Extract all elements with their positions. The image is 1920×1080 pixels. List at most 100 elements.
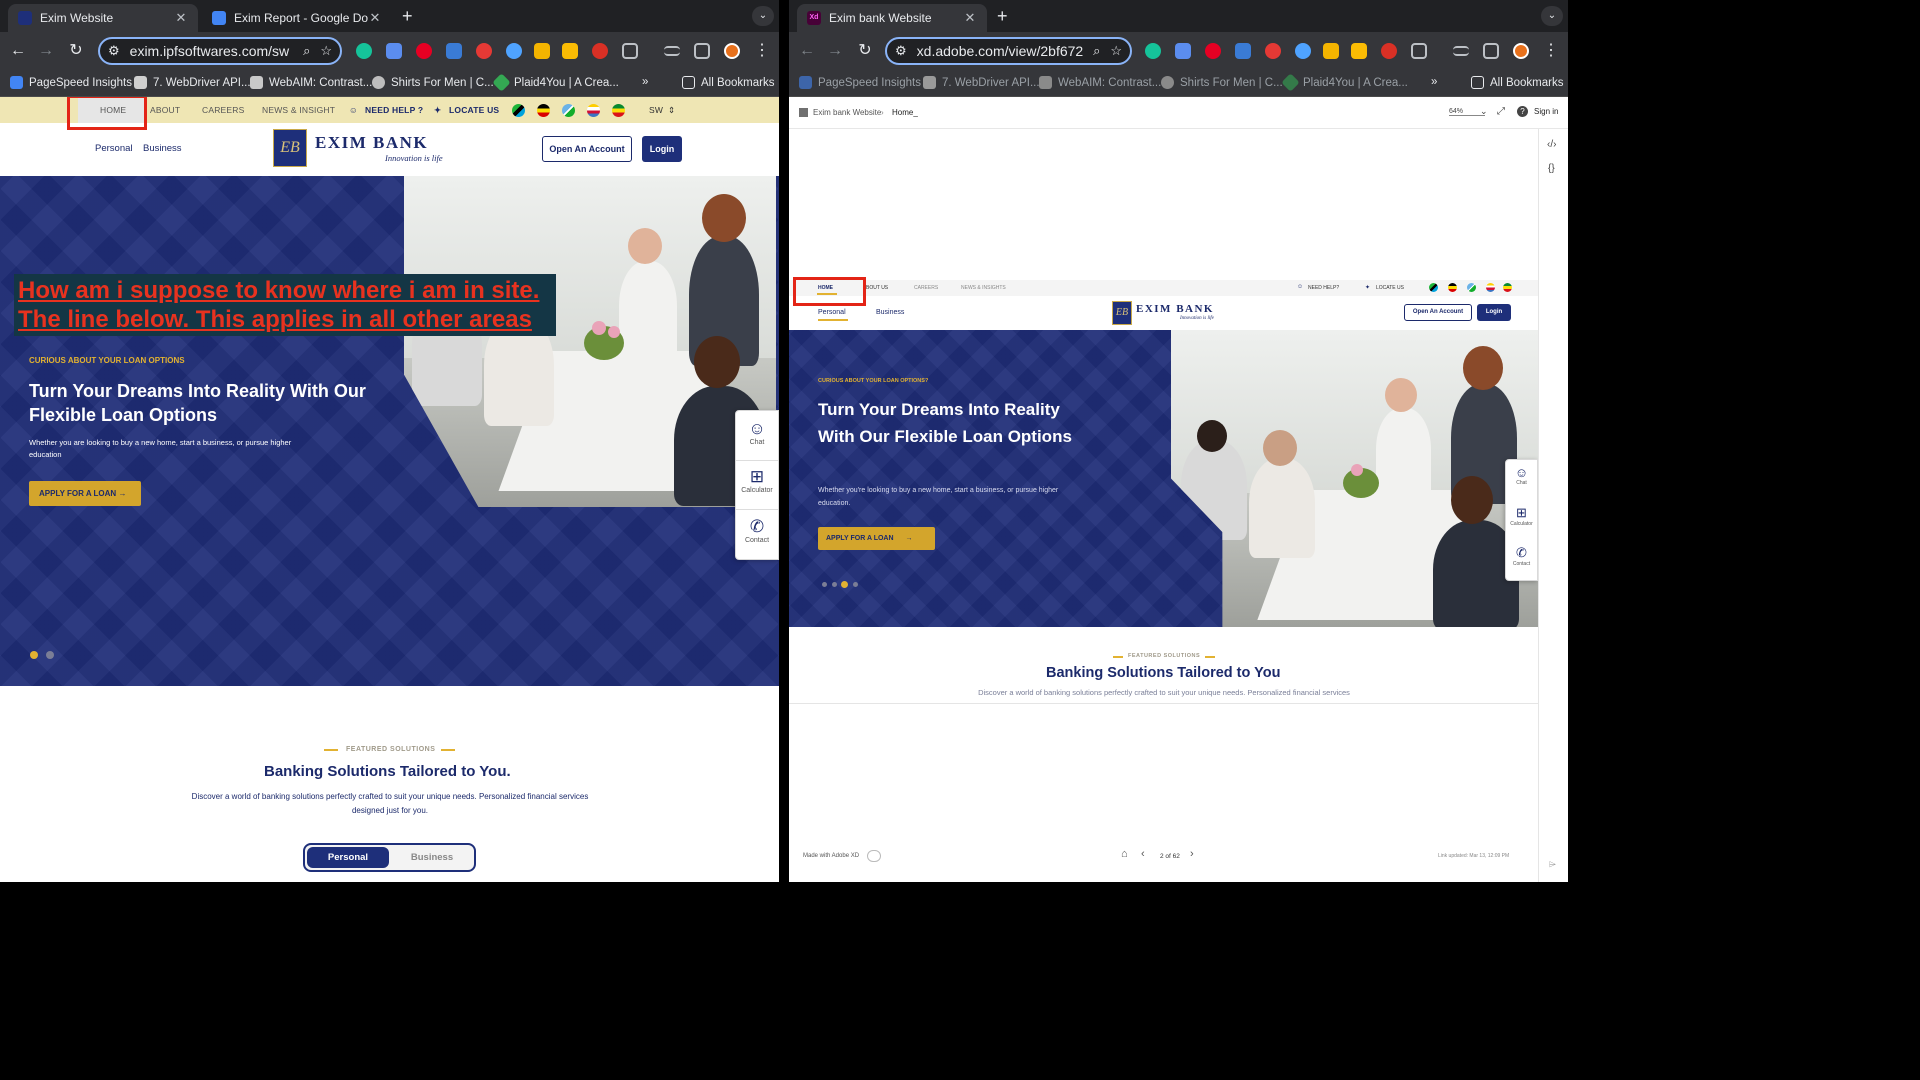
bookmark-star-icon[interactable]: ☆ bbox=[320, 43, 332, 59]
reading-list-icon[interactable] bbox=[664, 46, 680, 56]
ethiopia-flag-icon[interactable] bbox=[1503, 283, 1512, 292]
need-help-link[interactable]: NEED HELP? bbox=[1308, 285, 1339, 291]
back-icon[interactable]: ← bbox=[8, 41, 28, 61]
forward-icon[interactable]: → bbox=[825, 41, 845, 61]
extension-icon[interactable] bbox=[506, 43, 522, 59]
uganda-flag-icon[interactable] bbox=[537, 104, 550, 117]
nav-careers[interactable]: CAREERS bbox=[914, 285, 938, 291]
pinterest-icon[interactable] bbox=[1205, 43, 1221, 59]
site-settings-icon[interactable]: ⚙ bbox=[895, 43, 907, 59]
djibouti-flag-icon[interactable] bbox=[1467, 283, 1476, 292]
more-bookmarks-icon[interactable]: » bbox=[642, 76, 648, 88]
close-icon[interactable]: ✕ bbox=[174, 10, 188, 26]
contact-button[interactable]: ✆ Contact bbox=[1506, 545, 1537, 567]
login-button[interactable]: Login bbox=[1477, 304, 1511, 321]
apply-loan-button[interactable]: APPLY FOR A LOAN → bbox=[818, 527, 935, 550]
bookmark-pagespeed[interactable]: PageSpeed Insights bbox=[799, 76, 921, 89]
extension-icon[interactable] bbox=[562, 43, 578, 59]
close-icon[interactable]: ✕ bbox=[368, 10, 382, 26]
tab-exim-website[interactable]: Exim Website ✕ bbox=[8, 4, 198, 32]
carousel-dot-3[interactable] bbox=[841, 581, 848, 588]
carousel-dot-1[interactable] bbox=[822, 582, 827, 587]
extension-icon[interactable] bbox=[446, 43, 462, 59]
side-panel-icon[interactable] bbox=[694, 43, 710, 59]
extension-icon[interactable] bbox=[386, 43, 402, 59]
chevron-left-icon[interactable]: ‹ bbox=[1141, 848, 1145, 860]
nav-personal[interactable]: Personal bbox=[818, 309, 846, 316]
profile-avatar[interactable] bbox=[1513, 43, 1529, 59]
bookmark-plaid4you[interactable]: Plaid4You | A Crea... bbox=[492, 73, 619, 92]
nav-about[interactable]: ABOUT bbox=[150, 105, 180, 115]
fullscreen-icon[interactable]: ⤢ bbox=[1497, 106, 1505, 117]
bookmark-all[interactable]: All Bookmarks bbox=[1471, 76, 1564, 89]
site-settings-icon[interactable]: ⚙ bbox=[108, 43, 120, 59]
djibouti-flag-icon[interactable] bbox=[562, 104, 575, 117]
braces-icon[interactable]: {} bbox=[1548, 163, 1555, 174]
extension-icon[interactable] bbox=[1381, 43, 1397, 59]
nav-business[interactable]: Business bbox=[876, 309, 904, 316]
sign-in-link[interactable]: Sign in bbox=[1534, 107, 1558, 116]
bookmark-shirts[interactable]: Shirts For Men | C... bbox=[1161, 76, 1283, 89]
comoros-flag-icon[interactable] bbox=[587, 104, 600, 117]
reload-icon[interactable]: ↻ bbox=[66, 41, 86, 61]
forward-icon[interactable]: → bbox=[36, 41, 56, 61]
grammarly-icon[interactable] bbox=[1145, 43, 1161, 59]
extension-icon[interactable] bbox=[1295, 43, 1311, 59]
carousel-dot-1[interactable] bbox=[30, 651, 38, 659]
address-bar[interactable]: ⚙ xd.adobe.com/view/2bf672... ⌕ ☆ bbox=[885, 37, 1132, 65]
bookmark-shirts[interactable]: Shirts For Men | C... bbox=[372, 76, 494, 89]
breadcrumb-project[interactable]: Exim bank Website bbox=[813, 108, 881, 117]
open-account-button[interactable]: Open An Account bbox=[1404, 304, 1472, 321]
nav-business[interactable]: Business bbox=[143, 143, 182, 154]
bookmark-plaid4you[interactable]: Plaid4You | A Crea... bbox=[1281, 73, 1408, 92]
code-icon[interactable]: ‹/› bbox=[1547, 139, 1556, 150]
toggle-business[interactable]: Business bbox=[391, 847, 473, 868]
help-icon[interactable]: ? bbox=[1517, 106, 1528, 117]
carousel-dot-2[interactable] bbox=[832, 582, 837, 587]
locate-us-link[interactable]: LOCATE US bbox=[1376, 285, 1404, 291]
side-panel-icon[interactable] bbox=[1483, 43, 1499, 59]
grammarly-icon[interactable] bbox=[356, 43, 372, 59]
search-icon[interactable]: ⌕ bbox=[1093, 43, 1100, 59]
tab-search-icon[interactable]: ⌄ bbox=[752, 6, 774, 26]
new-tab-icon[interactable]: + bbox=[402, 7, 413, 25]
extension-icon[interactable] bbox=[1235, 43, 1251, 59]
nav-news-insights[interactable]: NEWS & INSIGHTS bbox=[961, 285, 1006, 291]
adblock-icon[interactable] bbox=[1265, 43, 1281, 59]
nav-about-us[interactable]: BOUT US bbox=[866, 285, 888, 291]
pinterest-icon[interactable] bbox=[416, 43, 432, 59]
adblock-icon[interactable] bbox=[476, 43, 492, 59]
close-icon[interactable]: ✕ bbox=[963, 10, 977, 26]
carousel-dot-2[interactable] bbox=[46, 651, 54, 659]
locate-us-link[interactable]: LOCATE US bbox=[449, 105, 499, 115]
tanzania-flag-icon[interactable] bbox=[1429, 283, 1438, 292]
ethiopia-flag-icon[interactable] bbox=[612, 104, 625, 117]
open-account-button[interactable]: Open An Account bbox=[542, 136, 632, 162]
made-with-xd-label[interactable]: Made with Adobe XD bbox=[803, 853, 859, 859]
reading-list-icon[interactable] bbox=[1453, 46, 1469, 56]
language-selector[interactable]: SW bbox=[649, 105, 663, 115]
uganda-flag-icon[interactable] bbox=[1448, 283, 1457, 292]
extension-icon[interactable] bbox=[592, 43, 608, 59]
bookmark-all[interactable]: All Bookmarks bbox=[682, 76, 775, 89]
extensions-puzzle-icon[interactable] bbox=[1411, 43, 1427, 59]
exim-logo-icon[interactable]: EB bbox=[273, 129, 307, 167]
bookmark-pagespeed[interactable]: PageSpeed Insights bbox=[10, 76, 132, 89]
tab-search-icon[interactable]: ⌄ bbox=[1541, 6, 1563, 26]
profile-avatar[interactable] bbox=[724, 43, 740, 59]
extension-icon[interactable] bbox=[1351, 43, 1367, 59]
chat-button[interactable]: ☺ Chat bbox=[1506, 465, 1537, 486]
contact-button[interactable]: ✆ Contact bbox=[736, 517, 778, 544]
comment-icon[interactable]: ⌲ bbox=[1549, 859, 1556, 870]
address-bar[interactable]: ⚙ exim.ipfsoftwares.com/sw ⌕ ☆ bbox=[98, 37, 342, 65]
chevron-updown-icon[interactable]: ⇕ bbox=[668, 105, 675, 116]
tab-exim-report[interactable]: Exim Report - Google Docs ✕ bbox=[202, 4, 392, 32]
need-help-link[interactable]: NEED HELP ? bbox=[365, 105, 423, 115]
toggle-personal[interactable]: Personal bbox=[307, 847, 389, 868]
exim-logo-icon[interactable]: EB bbox=[1112, 301, 1132, 325]
login-button[interactable]: Login bbox=[642, 136, 682, 162]
menu-kebab-icon[interactable]: ⋮ bbox=[1541, 41, 1561, 61]
comoros-flag-icon[interactable] bbox=[1486, 283, 1495, 292]
home-icon[interactable]: ⌂ bbox=[1121, 848, 1128, 860]
tanzania-flag-icon[interactable] bbox=[512, 104, 525, 117]
